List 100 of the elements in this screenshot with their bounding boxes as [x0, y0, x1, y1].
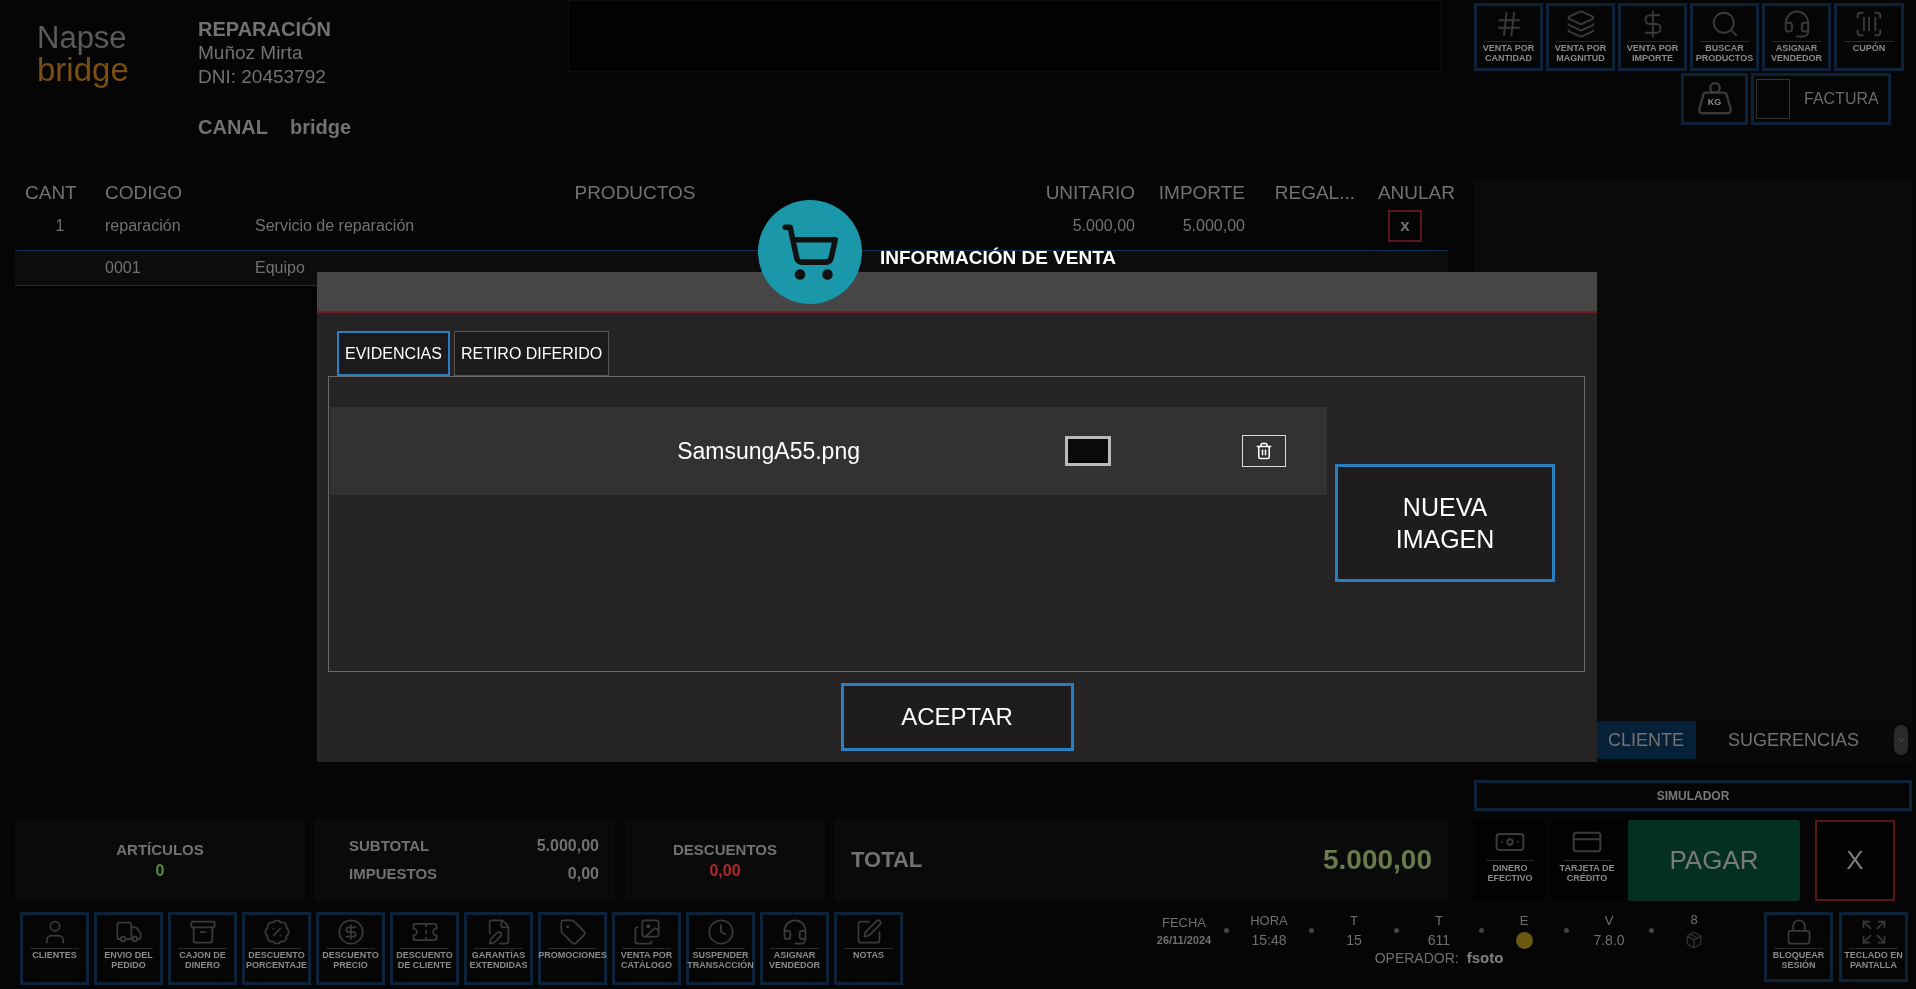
checkbox[interactable] — [1756, 79, 1790, 119]
operator-name: fsoto — [1466, 949, 1504, 966]
toolbar-button[interactable]: CAJON DE DINERO — [168, 912, 237, 985]
articles-label: ARTÍCULOS — [116, 840, 204, 858]
column-header: IMPORTE — [1157, 182, 1245, 204]
taxes-value: 0,00 — [566, 865, 599, 883]
status-label: T — [1435, 913, 1443, 928]
toolbar-button[interactable]: TECLADO EN PANTALLA — [1839, 912, 1908, 982]
scale-button[interactable]: KG — [1681, 73, 1748, 125]
package-icon — [1685, 931, 1703, 949]
articles-count: 0 — [155, 861, 165, 880]
column-header: CANT — [24, 182, 78, 204]
toolbar-button[interactable]: DESCUENTO PORCENTAJE — [242, 912, 311, 985]
table-cell-text: 5.000,00 — [1071, 217, 1135, 235]
toolbar-button[interactable]: VENTA POR MAGNITUD — [1546, 3, 1615, 71]
status-value: 26/11/2024 — [1156, 934, 1212, 946]
toolbar-button[interactable]: DESCUENTO PRECIO — [316, 912, 385, 985]
status-label: FECHA — [1161, 915, 1207, 930]
toolbar-button[interactable]: BUSCAR PRODUCTOS — [1690, 3, 1759, 71]
table-cell-text: reparación — [105, 217, 182, 235]
tag-icon — [558, 918, 587, 946]
toolbar-button[interactable]: PROMOCIONES — [538, 912, 607, 985]
pay-button[interactable]: PAGAR — [1628, 820, 1800, 901]
toolbar-button[interactable]: GARANTÍAS EXTENDIDAS — [464, 912, 533, 985]
toolbar-button[interactable]: DESCUENTO DE CLIENTE — [390, 912, 459, 985]
file-name: SamsungA55.png — [677, 437, 860, 465]
separator-dot — [1394, 928, 1399, 933]
remove-button[interactable]: x — [1388, 210, 1422, 242]
new-image-button[interactable]: NUEVA IMAGEN — [1335, 464, 1555, 582]
dialog-title: INFORMACIÓN DE VENTA — [880, 247, 1117, 269]
canal-value: bridge — [290, 116, 352, 139]
cart-icon — [780, 222, 840, 282]
weight-label: KG — [1707, 98, 1722, 108]
invoice-toggle[interactable]: FACTURA — [1751, 73, 1891, 125]
toolbar-button[interactable]: NOTAS — [834, 912, 903, 985]
images-icon — [632, 918, 661, 946]
status-label: E — [1519, 912, 1529, 928]
separator-dot — [1224, 928, 1229, 933]
status-label: 8 — [1690, 912, 1698, 927]
discounts-value: 0,00 — [709, 861, 741, 880]
dropdown-button[interactable] — [1894, 725, 1908, 755]
simulator-button[interactable]: SIMULADOR — [1474, 780, 1912, 811]
separator-dot — [1309, 928, 1314, 933]
tab[interactable]: CLIENTE — [1596, 721, 1697, 759]
dollar-circle-icon — [336, 918, 365, 946]
separator-dot — [1649, 928, 1654, 933]
tab[interactable]: EVIDENCIAS — [337, 331, 450, 376]
table-cell-text: 1 — [54, 217, 66, 235]
customer-dni: DNI: 20453792 — [198, 65, 327, 89]
clock-icon — [706, 918, 735, 946]
layers-icon — [1565, 9, 1596, 39]
status-label: T — [1350, 913, 1358, 928]
table-cell-text: 5.000,00 — [1181, 217, 1245, 235]
subtotal-value: 5.000,00 — [536, 837, 599, 855]
table-cell-text: 0001 — [105, 259, 142, 277]
accept-button[interactable]: ACEPTAR — [840, 683, 1074, 751]
column-header: UNITARIO — [1044, 182, 1135, 204]
drawer-icon — [188, 918, 217, 946]
canal-label: CANAL — [198, 116, 268, 139]
discounts-label: DESCUENTOS — [673, 840, 777, 858]
subtotal-label: SUBTOTAL — [349, 837, 431, 855]
status-value: 15:48 — [1251, 932, 1287, 948]
toolbar-button[interactable]: ASIGNAR VENDEDOR — [1762, 3, 1831, 71]
status-label: V — [1604, 913, 1614, 928]
image-thumbnail — [1065, 436, 1111, 466]
status-value: 15 — [1346, 932, 1362, 948]
barcode-icon — [1854, 9, 1884, 39]
toolbar-button[interactable]: ASIGNAR VENDEDOR — [760, 912, 829, 985]
logo: Napse bridge — [36, 19, 130, 90]
status-value: 7.8.0 — [1593, 932, 1625, 948]
tab[interactable]: SUGERENCIAS — [1716, 721, 1872, 759]
total-label: TOTAL — [851, 847, 923, 873]
toolbar-button[interactable]: VENTA POR CANTIDAD — [1474, 3, 1543, 71]
toolbar-button[interactable]: VENTA POR IMPORTE — [1618, 3, 1687, 71]
table-cell-text: Servicio de reparación — [255, 217, 416, 235]
table-cell-text: Equipo — [255, 259, 306, 277]
toolbar-button[interactable]: CLIENTES — [20, 912, 89, 985]
toolbar-button[interactable]: BLOQUEAR SESIÓN — [1764, 912, 1833, 982]
status-value: 611 — [1427, 932, 1451, 948]
column-header: CODIGO — [105, 182, 184, 204]
column-header: REGAL... — [1273, 182, 1355, 204]
status-dot — [1515, 931, 1533, 949]
customer-type: REPARACIÓN — [198, 18, 332, 41]
toolbar-button[interactable]: ENVIO DEL PEDIDO — [94, 912, 163, 985]
column-header: PRODUCTOS — [573, 182, 697, 204]
separator-dot — [1479, 928, 1484, 933]
trash-icon — [1255, 442, 1273, 460]
table-row[interactable]: 1 reparación Servicio de reparación 5.000,00 5.000,00 x — [15, 208, 1448, 244]
operator-label: OPERADOR: — [1374, 950, 1459, 966]
cancel-button[interactable]: X — [1815, 820, 1895, 901]
toolbar-button[interactable]: SUSPENDER TRANSACCIÓN — [686, 912, 755, 985]
tab[interactable]: RETIRO DIFERIDO — [453, 331, 610, 376]
separator-dot — [1564, 928, 1569, 933]
percent-icon — [262, 918, 291, 946]
toolbar-button[interactable]: VENTA POR CATÁLOGO — [612, 912, 681, 985]
taxes-label: IMPUESTOS — [349, 865, 439, 883]
customer-name: Muñoz Mirta — [198, 41, 304, 65]
toolbar-button[interactable]: CUPÓN — [1834, 3, 1904, 71]
delete-button[interactable] — [1242, 435, 1286, 467]
status-label: HORA — [1250, 913, 1288, 928]
